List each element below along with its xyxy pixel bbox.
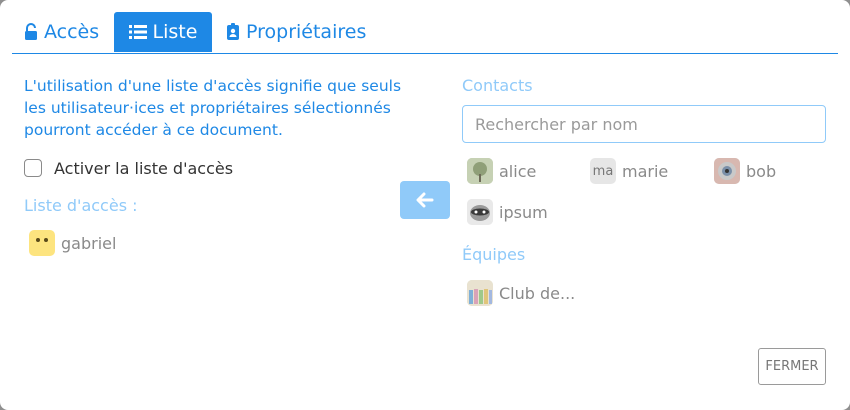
avatar [714,158,740,184]
eye-avatar-icon [714,158,740,184]
avatar-initials: ma [590,158,616,184]
contact-name: marie [622,161,669,181]
contact-name: ipsum [499,202,548,222]
enable-access-list-checkbox[interactable] [24,159,42,177]
group-photo-icon [467,280,493,306]
avatar [467,280,493,306]
contact-item[interactable]: bob [714,158,776,184]
raccoon-avatar-icon [467,199,493,225]
contacts-label: Contacts [462,76,533,95]
teams-label: Équipes [462,245,526,264]
contact-item[interactable]: ipsum [467,199,548,225]
owl-avatar-icon [36,238,48,242]
tab-liste-label: Liste [152,21,198,43]
close-button[interactable]: FERMER [758,348,826,385]
access-list-description: L'utilisation d'une liste d'accès signif… [24,77,402,139]
tab-proprietaires[interactable]: Propriétaires [226,12,366,52]
id-badge-icon [227,23,239,40]
contact-name: alice [499,161,537,181]
team-name: Club de... [499,283,576,303]
tab-proprietaires-label: Propriétaires [246,21,367,43]
tab-liste[interactable]: Liste [114,12,212,52]
list-icon [128,25,147,39]
unlock-icon [25,23,37,40]
enable-access-list-label[interactable]: Activer la liste d'accès [54,159,233,178]
search-input[interactable] [462,105,826,143]
add-to-list-button[interactable] [400,181,450,219]
team-item[interactable]: Club de... [467,280,575,306]
member-name: gabriel [61,233,117,253]
tab-acces[interactable]: Accès [24,12,99,52]
enable-access-list-row[interactable]: Activer la liste d'accès [24,157,233,179]
arrow-left-icon [416,192,434,208]
tab-acces-label: Accès [44,21,100,43]
avatar [467,199,493,225]
avatar [467,158,493,184]
avatar [29,230,55,256]
tab-bar: Accès Liste Propriétaires [12,12,838,54]
access-list-member[interactable]: gabriel [29,230,116,256]
access-list-dialog: Accès Liste Propriétaires L'utilisation … [0,0,850,410]
contact-name: bob [746,161,777,181]
access-list-label: Liste d'accès : [24,196,138,215]
contact-item[interactable]: alice [467,158,536,184]
tree-avatar-icon [467,158,493,184]
contact-item[interactable]: ma marie [590,158,668,184]
